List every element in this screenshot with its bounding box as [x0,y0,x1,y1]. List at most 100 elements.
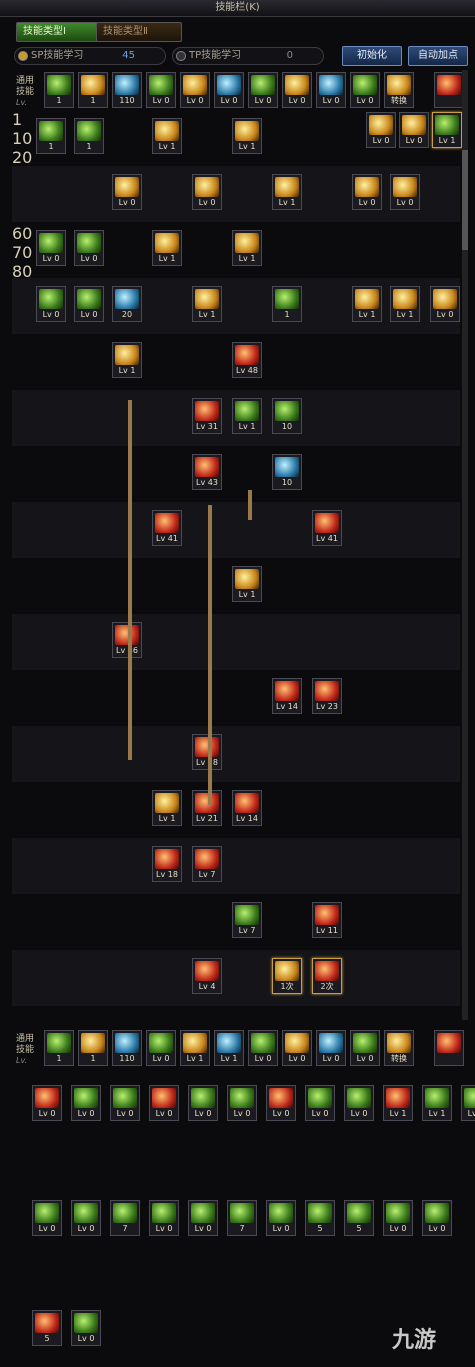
bottom-common-skill-2[interactable]: 110 [112,1030,142,1066]
bottom-common-skill-7[interactable]: Lv 0 [282,1030,312,1066]
bottom-skill-row1-5[interactable]: Lv 0 [227,1085,257,1121]
common-skill-1[interactable]: 1 [78,72,108,108]
bottom-common-skill-3[interactable]: Lv 0 [146,1030,176,1066]
bottom-skill-row1-8[interactable]: Lv 0 [344,1085,374,1121]
sp-radio-icon[interactable] [18,51,28,61]
bottom-skill-row2-0[interactable]: Lv 0 [32,1200,62,1236]
bottom-skill-row1-0[interactable]: Lv 0 [32,1085,62,1121]
tree-skill-1-2[interactable]: Lv 1 [272,174,302,210]
tree-skill-2-2[interactable]: Lv 1 [152,230,182,266]
bottom-common-skill-0[interactable]: 1 [44,1030,74,1066]
tree-skill-15-2[interactable]: 2次 [312,958,342,994]
common-skill-4[interactable]: Lv 0 [180,72,210,108]
tab-skill-type-1[interactable]: 技能类型Ⅰ [16,22,106,42]
bottom-common-skill-1[interactable]: 1 [78,1030,108,1066]
bottom-common-skill-6[interactable]: Lv 0 [248,1030,278,1066]
tree-skill-12-2[interactable]: Lv 14 [232,790,262,826]
tree-skill-3-0[interactable]: Lv 0 [36,286,66,322]
tree-skill-5-2[interactable]: 10 [272,398,302,434]
bottom-common-skill-8[interactable]: Lv 0 [316,1030,346,1066]
tree-skill-10-1[interactable]: Lv 23 [312,678,342,714]
tp-radio-icon[interactable] [176,51,186,61]
tree-skill-1-0[interactable]: Lv 0 [112,174,142,210]
tree-skill-1-1[interactable]: Lv 0 [192,174,222,210]
tree-skill-3-3[interactable]: Lv 1 [192,286,222,322]
common-skill-7[interactable]: Lv 0 [282,72,312,108]
tree-skill-3-2[interactable]: 20 [112,286,142,322]
scroll-thumb[interactable] [462,150,468,250]
tree-skill-10-0[interactable]: Lv 14 [272,678,302,714]
bottom-common-skill-10[interactable]: 转换 [384,1030,414,1066]
tree-skill-9-0[interactable]: Lv 36 [112,622,142,658]
bottom-skill-row1-10[interactable]: Lv 1 [422,1085,452,1121]
tree-skill-6-0[interactable]: Lv 43 [192,454,222,490]
bottom-skill-row2-9[interactable]: Lv 0 [383,1200,413,1236]
common-skill-3[interactable]: Lv 0 [146,72,176,108]
tree-skill-7-0[interactable]: Lv 41 [152,510,182,546]
bottom-skill-row3-1[interactable]: Lv 0 [71,1310,101,1346]
common-skill-6[interactable]: Lv 0 [248,72,278,108]
tree-skill-4-0[interactable]: Lv 1 [112,342,142,378]
tree-skill-2-3[interactable]: Lv 1 [232,230,262,266]
character-portrait[interactable] [434,72,464,108]
bottom-skill-row1-6[interactable]: Lv 0 [266,1085,296,1121]
tree-skill-12-0[interactable]: Lv 1 [152,790,182,826]
common-skill-8[interactable]: Lv 0 [316,72,346,108]
auto-assign-button[interactable]: 自动加点 [408,46,468,66]
bottom-skill-row2-8[interactable]: 5 [344,1200,374,1236]
bottom-skill-row2-1[interactable]: Lv 0 [71,1200,101,1236]
bottom-skill-row2-4[interactable]: Lv 0 [188,1200,218,1236]
tree-skill-14-1[interactable]: Lv 11 [312,902,342,938]
tree-skill-3-6[interactable]: Lv 1 [390,286,420,322]
tree-skill-11-0[interactable]: Lv 28 [192,734,222,770]
tree-skill-13-1[interactable]: Lv 7 [192,846,222,882]
tree-skill-0-1[interactable]: 1 [74,118,104,154]
bottom-common-skill-4[interactable]: Lv 1 [180,1030,210,1066]
reset-button[interactable]: 初始化 [342,46,402,66]
bottom-skill-row2-7[interactable]: 5 [305,1200,335,1236]
bottom-skill-row2-6[interactable]: Lv 0 [266,1200,296,1236]
bottom-skill-row2-2[interactable]: 7 [110,1200,140,1236]
common-skill-2[interactable]: 110 [112,72,142,108]
tree-skill-13-0[interactable]: Lv 18 [152,846,182,882]
tree-skill-0-0[interactable]: 1 [36,118,66,154]
tree-skill-0-2[interactable]: Lv 1 [152,118,182,154]
tree-skill-14-0[interactable]: Lv 7 [232,902,262,938]
tree-scrollbar[interactable] [462,70,468,1020]
tree-skill-12-1[interactable]: Lv 21 [192,790,222,826]
bottom-skill-row1-11[interactable]: Lv 0 [461,1085,475,1121]
tree-skill-3-7[interactable]: Lv 0 [430,286,460,322]
bottom-skill-row1-9[interactable]: Lv 1 [383,1085,413,1121]
tab-skill-type-2[interactable]: 技能类型Ⅱ [96,22,182,42]
bottom-skill-row2-3[interactable]: Lv 0 [149,1200,179,1236]
tree-skill-3-4[interactable]: 1 [272,286,302,322]
tree-skill-2-0[interactable]: Lv 0 [36,230,66,266]
bottom-skill-row2-5[interactable]: 7 [227,1200,257,1236]
tree-skill-0-3[interactable]: Lv 1 [232,118,262,154]
tree-skill-5-0[interactable]: Lv 31 [192,398,222,434]
tree-skill-5-1[interactable]: Lv 1 [232,398,262,434]
tree-skill-8-0[interactable]: Lv 1 [232,566,262,602]
tree-skill-3-5[interactable]: Lv 1 [352,286,382,322]
bottom-common-skill-5[interactable]: Lv 1 [214,1030,244,1066]
tree-skill-15-0[interactable]: Lv 4 [192,958,222,994]
common-skill-10[interactable]: 转换 [384,72,414,108]
bottom-skill-row1-3[interactable]: Lv 0 [149,1085,179,1121]
tree-skill-3-1[interactable]: Lv 0 [74,286,104,322]
tree-skill-6-1[interactable]: 10 [272,454,302,490]
tree-skill-15-1[interactable]: 1次 [272,958,302,994]
bottom-skill-row1-2[interactable]: Lv 0 [110,1085,140,1121]
tree-skill-1-3[interactable]: Lv 0 [352,174,382,210]
common-skill-0[interactable]: 1 [44,72,74,108]
tree-skill-2-1[interactable]: Lv 0 [74,230,104,266]
common-skill-9[interactable]: Lv 0 [350,72,380,108]
bottom-skill-row3-0[interactable]: 5 [32,1310,62,1346]
common-skill-5[interactable]: Lv 0 [214,72,244,108]
bottom-skill-row2-10[interactable]: Lv 0 [422,1200,452,1236]
tree-skill-1-4[interactable]: Lv 0 [390,174,420,210]
bottom-skill-row1-7[interactable]: Lv 0 [305,1085,335,1121]
bottom-common-skill-9[interactable]: Lv 0 [350,1030,380,1066]
bottom-skill-row1-1[interactable]: Lv 0 [71,1085,101,1121]
tree-skill-7-1[interactable]: Lv 41 [312,510,342,546]
bottom-character-portrait[interactable] [434,1030,464,1066]
